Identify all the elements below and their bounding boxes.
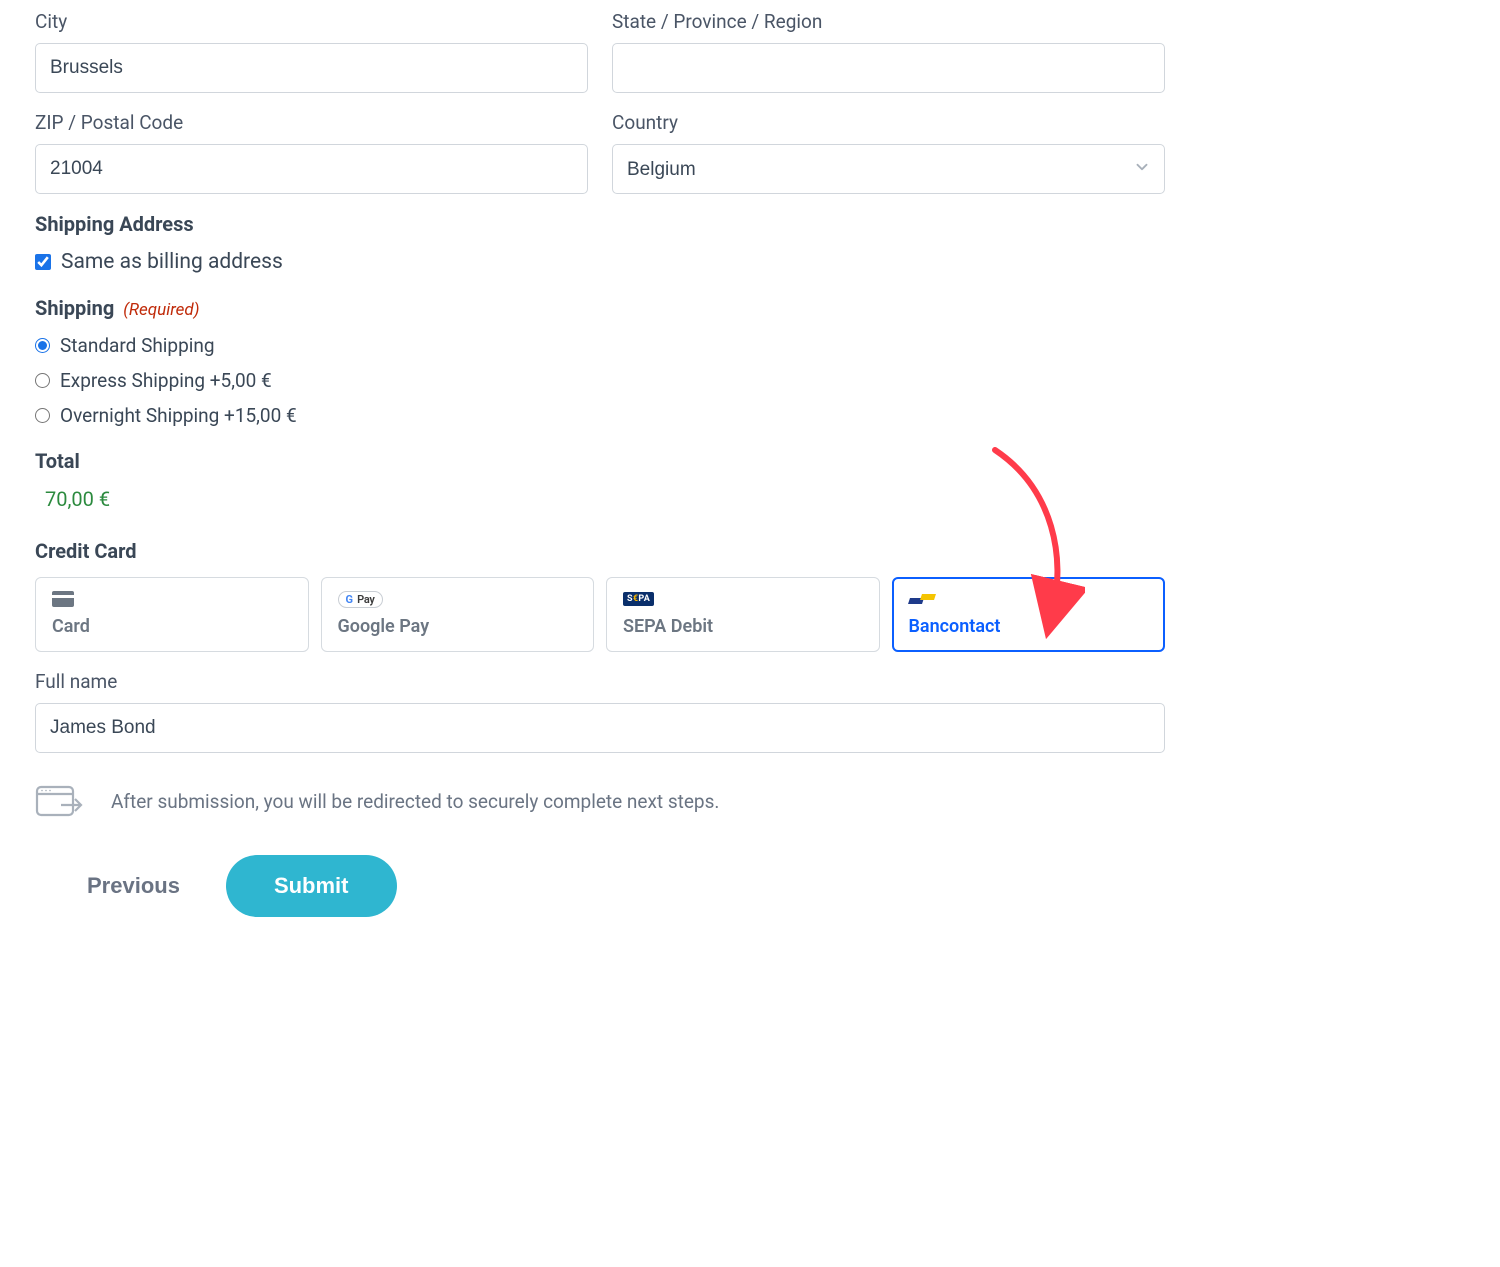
same-as-billing-label: Same as billing address: [61, 250, 283, 274]
redirect-note-text: After submission, you will be redirected…: [111, 790, 719, 813]
same-as-billing-checkbox[interactable]: [35, 254, 51, 270]
total-value: 70,00 €: [45, 487, 1165, 511]
payment-method-bancontact[interactable]: Bancontact: [892, 577, 1166, 652]
city-label: City: [35, 10, 588, 33]
credit-card-heading: Credit Card: [35, 539, 1165, 563]
payment-method-card[interactable]: Card: [35, 577, 309, 652]
total-heading: Total: [35, 449, 1165, 473]
previous-button[interactable]: Previous: [77, 861, 190, 911]
shipping-option-label: Overnight Shipping +15,00 €: [60, 404, 297, 427]
shipping-heading: Shipping (Required): [35, 296, 1165, 320]
payment-method-google-pay[interactable]: G Pay Google Pay: [321, 577, 595, 652]
country-select[interactable]: Belgium: [612, 144, 1165, 194]
full-name-label: Full name: [35, 670, 1165, 693]
shipping-option-standard[interactable]: [35, 338, 50, 353]
zip-input[interactable]: [35, 144, 588, 194]
bancontact-icon: [909, 590, 1149, 608]
zip-label: ZIP / Postal Code: [35, 111, 588, 134]
payment-method-label: Card: [52, 616, 292, 637]
payment-method-label: SEPA Debit: [623, 616, 863, 637]
required-tag: (Required): [123, 300, 199, 320]
submit-button[interactable]: Submit: [226, 855, 397, 917]
country-label: Country: [612, 111, 1165, 134]
sepa-icon: S€PA: [623, 590, 863, 608]
full-name-input[interactable]: [35, 703, 1165, 753]
shipping-option-label: Express Shipping +5,00 €: [60, 369, 272, 392]
payment-method-label: Bancontact: [909, 616, 1149, 637]
shipping-option-overnight[interactable]: [35, 408, 50, 423]
city-input[interactable]: [35, 43, 588, 93]
payment-method-label: Google Pay: [338, 616, 578, 637]
shipping-address-heading: Shipping Address: [35, 212, 1165, 236]
state-input[interactable]: [612, 43, 1165, 93]
state-label: State / Province / Region: [612, 10, 1165, 33]
credit-card-icon: [52, 590, 292, 608]
shipping-option-label: Standard Shipping: [60, 334, 215, 357]
redirect-icon: [35, 783, 85, 819]
google-pay-icon: G Pay: [338, 590, 578, 608]
shipping-option-express[interactable]: [35, 373, 50, 388]
payment-method-sepa[interactable]: S€PA SEPA Debit: [606, 577, 880, 652]
